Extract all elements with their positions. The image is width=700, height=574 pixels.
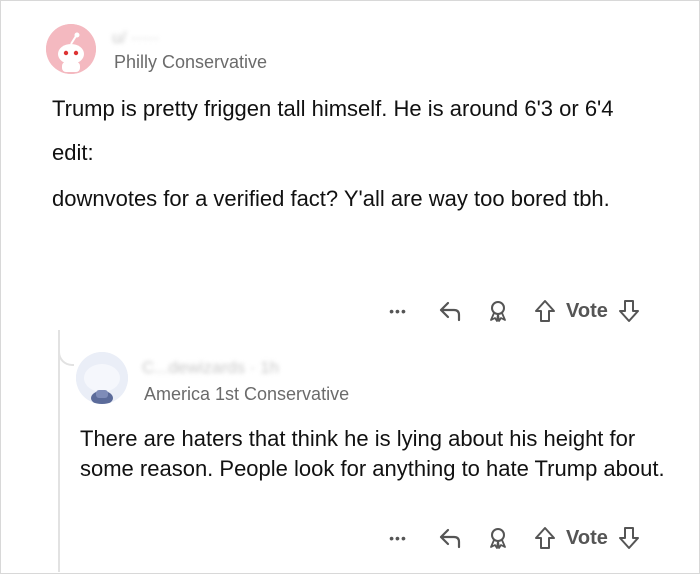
award-icon[interactable] xyxy=(478,526,518,550)
more-icon[interactable]: ••• xyxy=(384,530,412,546)
upvote-icon[interactable] xyxy=(530,299,560,323)
username[interactable]: u/ ····· xyxy=(112,28,159,48)
award-icon[interactable] xyxy=(478,299,518,323)
upvote-icon[interactable] xyxy=(530,526,560,550)
snoo-avatar-icon xyxy=(46,24,96,74)
comment-body: There are haters that think he is lying … xyxy=(80,424,680,484)
user-avatar[interactable] xyxy=(76,352,128,404)
user-flair: America 1st Conservative xyxy=(144,384,350,404)
screenshot-frame xyxy=(0,0,700,574)
comment-body: Trump is pretty friggen tall himself. He… xyxy=(52,94,672,214)
comment-actions: ••• Vote xyxy=(384,523,644,553)
vote-label: Vote xyxy=(566,299,608,322)
downvote-icon[interactable] xyxy=(614,299,644,323)
user-avatar[interactable] xyxy=(46,24,96,74)
reply-icon[interactable] xyxy=(430,527,470,549)
user-flair: Philly Conservative xyxy=(114,52,268,72)
comment-actions: ••• Vote xyxy=(384,296,644,326)
snoo-avatar-icon xyxy=(76,352,128,404)
comment-paragraph: Trump is pretty friggen tall himself. He… xyxy=(52,96,614,121)
reply-icon[interactable] xyxy=(430,300,470,322)
comment-paragraph: downvotes for a verified fact? Y'all are… xyxy=(52,186,610,211)
username[interactable]: C...dewizards · 1h xyxy=(142,358,279,378)
downvote-icon[interactable] xyxy=(614,526,644,550)
vote-label: Vote xyxy=(566,526,608,549)
comment-paragraph: There are haters that think he is lying … xyxy=(80,426,665,481)
thread-line[interactable] xyxy=(58,330,60,572)
comment-paragraph: edit: xyxy=(52,140,94,165)
more-icon[interactable]: ••• xyxy=(384,303,412,319)
